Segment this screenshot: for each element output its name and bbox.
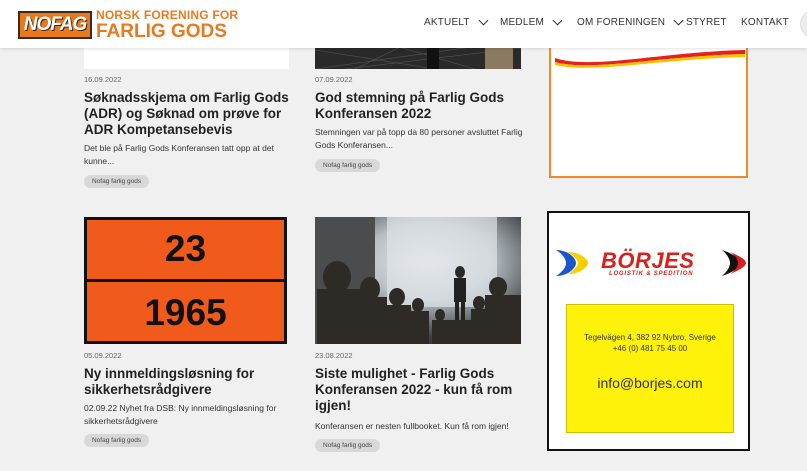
chevron-down-icon	[552, 15, 563, 25]
chevron-down-icon	[673, 15, 684, 25]
post-tag[interactable]: Nofag farlig gods	[315, 159, 381, 172]
post-title[interactable]: Søknadsskjema om Farlig Gods (ADR) og Sø…	[84, 90, 294, 138]
post-excerpt: Konferansen er nesten fullbooket. Kun få…	[315, 421, 509, 431]
nav-item-aktuelt[interactable]: AKTUELT	[424, 15, 489, 28]
logo-mark: NOFAG	[18, 11, 92, 39]
nav-label: KONTAKT	[741, 17, 789, 28]
nav-item-styret[interactable]: STYRET	[686, 17, 727, 28]
post-excerpt: Det ble på Farlig Gods Konferansen tatt …	[84, 143, 274, 166]
nav-label: AKTUELT	[424, 17, 470, 28]
advertisement-banner[interactable]	[549, 40, 748, 178]
logo-line-2: FARLIG GODS	[96, 21, 227, 42]
chevron-down-icon	[478, 15, 489, 25]
post-tag[interactable]: Nofag farlig gods	[84, 175, 150, 188]
logo-line-1: NORSK FORENING FOR	[96, 8, 239, 22]
post-title[interactable]: God stemning på Farlig Gods Konferansen …	[315, 90, 525, 122]
borjes-address: Tegelvägen 4, 382 92 Nybro, Sverige	[584, 333, 716, 342]
post-image-hazard-sign[interactable]: 23 1965	[84, 217, 287, 344]
borjes-advertisement[interactable]: BÖRJES LOGISTIK & SPEDITION Tegelvägen 4…	[547, 211, 750, 451]
borjes-contact-box: Tegelvägen 4, 382 92 Nybro, Sverige +46 …	[566, 304, 734, 433]
borjes-email[interactable]: info@borjes.com	[567, 375, 733, 391]
post-title[interactable]: Ny innmeldingsløsning for sikkerhetsrådg…	[84, 366, 294, 398]
site-logo[interactable]: NOFAG NORSK FORENING FOR FARLIG GODS	[18, 9, 238, 41]
nav-label: OM FORENINGEN	[577, 17, 666, 28]
hazard-id-number: 23	[164, 228, 207, 269]
conference-audience-photo	[315, 217, 521, 344]
logo-wordmark: NORSK FORENING FOR FARLIG GODS	[96, 9, 238, 41]
nav-item-medlem[interactable]: MEDLEM	[500, 15, 563, 28]
post-date: 05.09.2022	[84, 351, 122, 360]
post-tag[interactable]: Nofag farlig gods	[84, 434, 150, 447]
post-tag[interactable]: Nofag farlig gods	[315, 439, 381, 452]
logo-mark-text: NOFAG	[23, 14, 88, 35]
post-image[interactable]	[315, 217, 521, 344]
post-date: 07.09.2022	[315, 75, 353, 84]
nav-label: STYRET	[686, 17, 727, 28]
un-number: 1965	[144, 292, 227, 333]
post-title[interactable]: Siste mulighet - Farlig Gods Konferansen…	[315, 366, 530, 414]
post-excerpt: Stemningen var på topp da 80 personer av…	[315, 127, 523, 150]
site-header: NOFAG NORSK FORENING FOR FARLIG GODS AKT…	[0, 0, 807, 48]
post-date: 23.08.2022	[315, 351, 353, 360]
nav-label: MEDLEM	[500, 17, 544, 28]
post-date: 16.09.2022	[84, 75, 122, 84]
search-icon[interactable]	[800, 10, 807, 38]
borjes-phone: +46 (0) 481 75 45 00	[612, 344, 688, 353]
borjes-subtitle: LOGISTIK & SPEDITION	[609, 271, 694, 277]
nav-item-om-foreningen[interactable]: OM FORENINGEN	[577, 15, 684, 28]
nav-item-kontakt[interactable]: KONTAKT	[741, 17, 789, 28]
post-excerpt: 02.09.22 Nyhet fra DSB: Ny innmeldingslø…	[84, 403, 277, 426]
